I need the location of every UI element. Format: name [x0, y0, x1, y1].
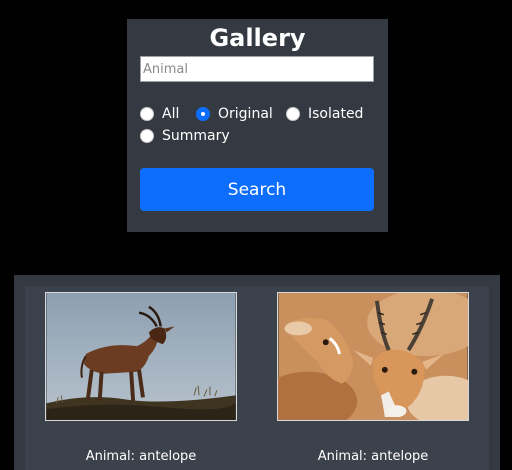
- radio-summary-label: Summary: [162, 128, 230, 144]
- radio-isolated[interactable]: Isolated: [286, 105, 363, 123]
- search-button[interactable]: Search: [140, 168, 374, 211]
- radio-all-label: All: [162, 106, 180, 122]
- antelope-photo[interactable]: [45, 292, 237, 421]
- radio-summary-circle[interactable]: [140, 129, 154, 143]
- page-title: Gallery: [209, 24, 306, 52]
- gallery-grid: Animal: antelope Animal: antelope: [25, 286, 489, 470]
- radio-all[interactable]: All: [140, 105, 179, 123]
- gallery-panel: Animal: antelope Animal: antelope: [14, 275, 500, 470]
- gallery-caption: Animal: antelope: [85, 449, 197, 464]
- radio-original-circle[interactable]: [196, 107, 210, 121]
- antelope-photo[interactable]: [277, 292, 469, 421]
- radio-isolated-circle[interactable]: [286, 107, 300, 121]
- search-input[interactable]: [140, 56, 374, 82]
- search-panel: Gallery All Original Isolated Summary Se…: [127, 19, 388, 232]
- radio-isolated-label: Isolated: [308, 106, 364, 122]
- radio-original-label: Original: [218, 106, 273, 122]
- radio-original[interactable]: Original: [196, 105, 273, 123]
- radio-all-circle[interactable]: [140, 107, 154, 121]
- gallery-card[interactable]: Animal: antelope: [277, 292, 469, 464]
- radio-summary[interactable]: Summary: [140, 127, 230, 145]
- gallery-caption: Animal: antelope: [317, 449, 429, 464]
- gallery-card[interactable]: Animal: antelope: [45, 292, 237, 464]
